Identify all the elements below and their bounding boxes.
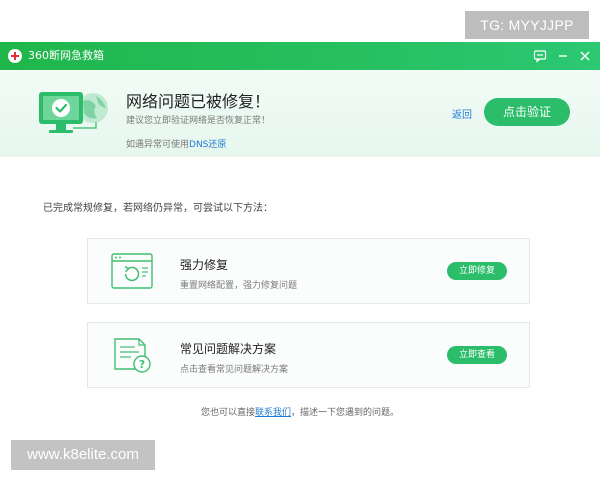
faq-desc: 点击查看常见问题解决方案: [180, 365, 289, 375]
app-logo-icon: [8, 49, 22, 63]
site-watermark: www.k8elite.com: [11, 440, 155, 470]
faq-view-button[interactable]: 立即查看: [447, 346, 507, 364]
faq-title: 常见问题解决方案: [180, 342, 277, 356]
force-repair-title: 强力修复: [180, 258, 229, 272]
result-title: 网络问题已被修复！: [126, 92, 271, 111]
window-title: 360断网急救箱: [28, 49, 104, 62]
feedback-icon[interactable]: [530, 46, 550, 66]
contact-us-link[interactable]: 联系我们: [255, 408, 291, 418]
browser-repair-icon: [111, 253, 153, 289]
document-help-icon: ?: [114, 338, 151, 373]
verify-button[interactable]: 点击验证: [484, 98, 570, 126]
force-repair-desc: 重置网络配置，强力修复问题: [180, 281, 298, 291]
dns-restore-link[interactable]: DNS还原: [189, 140, 226, 150]
tg-watermark-badge: TG: MYYJJPP: [465, 11, 589, 39]
minimize-icon[interactable]: [553, 46, 573, 66]
force-repair-card: 强力修复 重置网络配置，强力修复问题 立即修复: [87, 238, 530, 304]
title-bar: 360断网急救箱: [0, 42, 600, 70]
footer-suffix: ，描述一下您遇到的问题。: [291, 408, 400, 418]
header-divider: [0, 156, 600, 157]
footer-prefix: 您也可以直接: [200, 408, 255, 418]
close-icon[interactable]: [575, 46, 595, 66]
svg-text:?: ?: [139, 358, 145, 371]
computer-check-globe-icon: [39, 92, 108, 133]
dns-hint: 如遇异常可使用DNS还原: [126, 137, 226, 150]
dns-hint-text: 如遇异常可使用: [126, 140, 190, 150]
back-link[interactable]: 返回: [452, 106, 472, 121]
intro-text: 已完成常规修复，若网络仍异常，可尝试以下方法：: [43, 203, 273, 214]
result-subtitle: 建议您立即验证网络是否恢复正常！: [126, 116, 271, 126]
result-header-panel: 网络问题已被修复！ 建议您立即验证网络是否恢复正常！ 如遇异常可使用DNS还原 …: [0, 70, 600, 156]
force-repair-button[interactable]: 立即修复: [447, 262, 507, 280]
faq-card: ? 常见问题解决方案 点击查看常见问题解决方案 立即查看: [87, 322, 530, 388]
footer-text: 您也可以直接联系我们，描述一下您遇到的问题。: [0, 405, 600, 418]
